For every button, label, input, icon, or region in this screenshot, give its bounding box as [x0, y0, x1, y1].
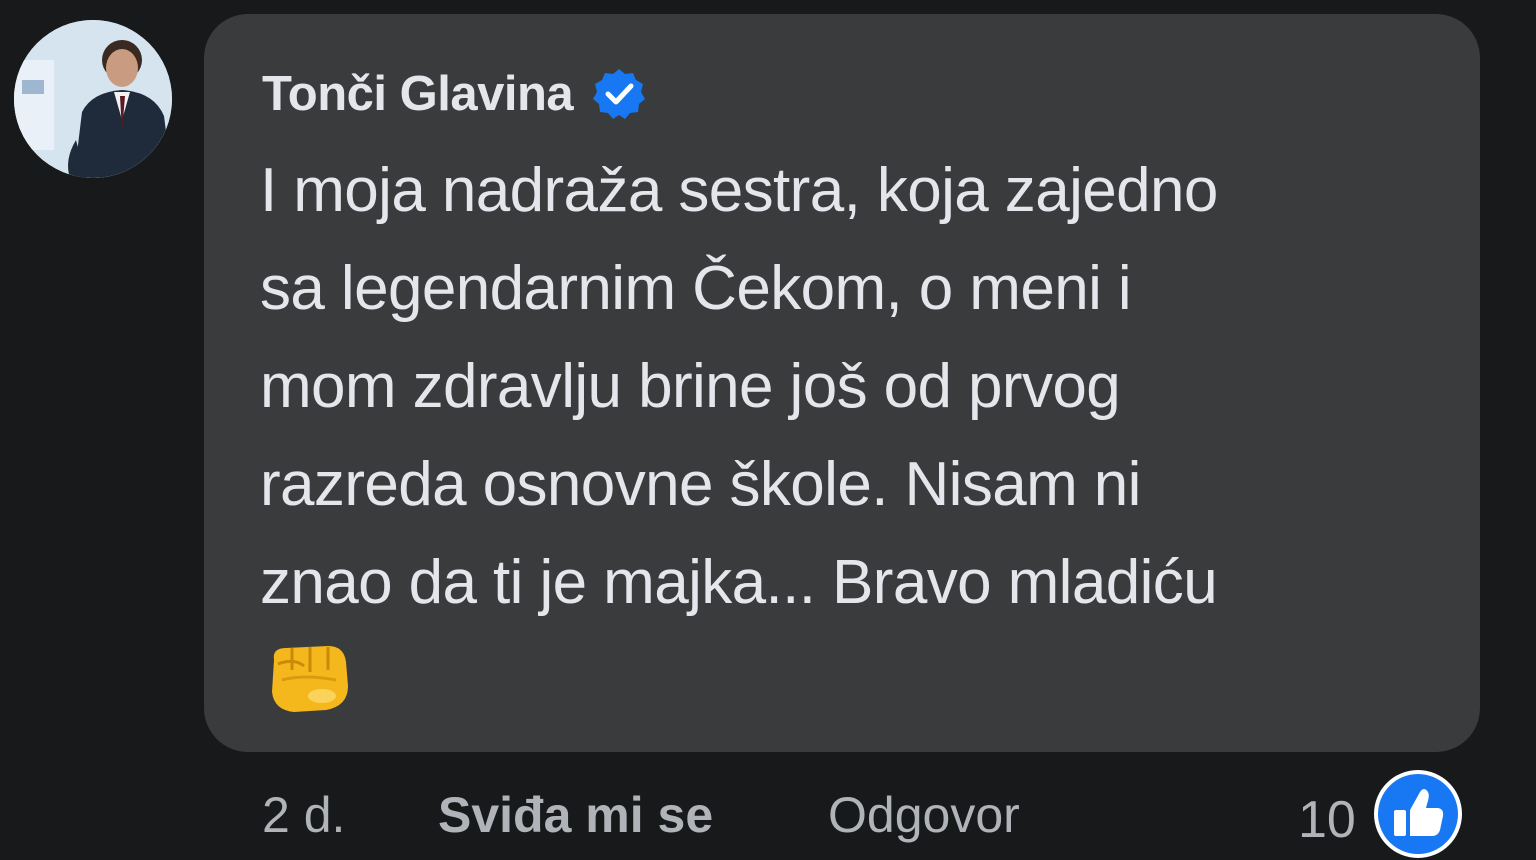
comment-actions: 2 d. Sviđa mi se Odgovor 10	[0, 782, 1536, 849]
comment-text: I moja nadraža sestra, koja zajedno sa l…	[260, 142, 1440, 632]
author-row: Tonči Glavina	[262, 66, 647, 122]
comment-line: mom zdravlju brine još od prvog	[260, 352, 1121, 421]
avatar-photo	[14, 20, 172, 178]
reply-button[interactable]: Odgovor	[828, 782, 1020, 848]
avatar[interactable]	[14, 20, 172, 178]
verified-badge-icon	[593, 69, 646, 119]
oncoming-fist-icon	[272, 646, 348, 712]
comment-line: razreda osnovne škole. Nisam ni	[260, 450, 1141, 519]
like-thumb-icon[interactable]	[1372, 768, 1464, 860]
comment-screen: Tonči Glavina I moja nadraža sestra, koj…	[0, 0, 1536, 860]
comment-author[interactable]: Tonči Glavina	[262, 66, 574, 122]
comment-line: sa legendarnim Čekom, o meni i	[260, 254, 1132, 323]
like-button[interactable]: Sviđa mi se	[438, 782, 713, 848]
comment-line: znao da ti je majka... Bravo mladiću	[260, 548, 1218, 617]
reaction-count[interactable]: 10	[1298, 782, 1356, 858]
comment-bubble: Tonči Glavina I moja nadraža sestra, koj…	[204, 14, 1480, 752]
comment-timestamp[interactable]: 2 d.	[262, 782, 345, 848]
comment-line: I moja nadraža sestra, koja zajedno	[260, 156, 1218, 225]
